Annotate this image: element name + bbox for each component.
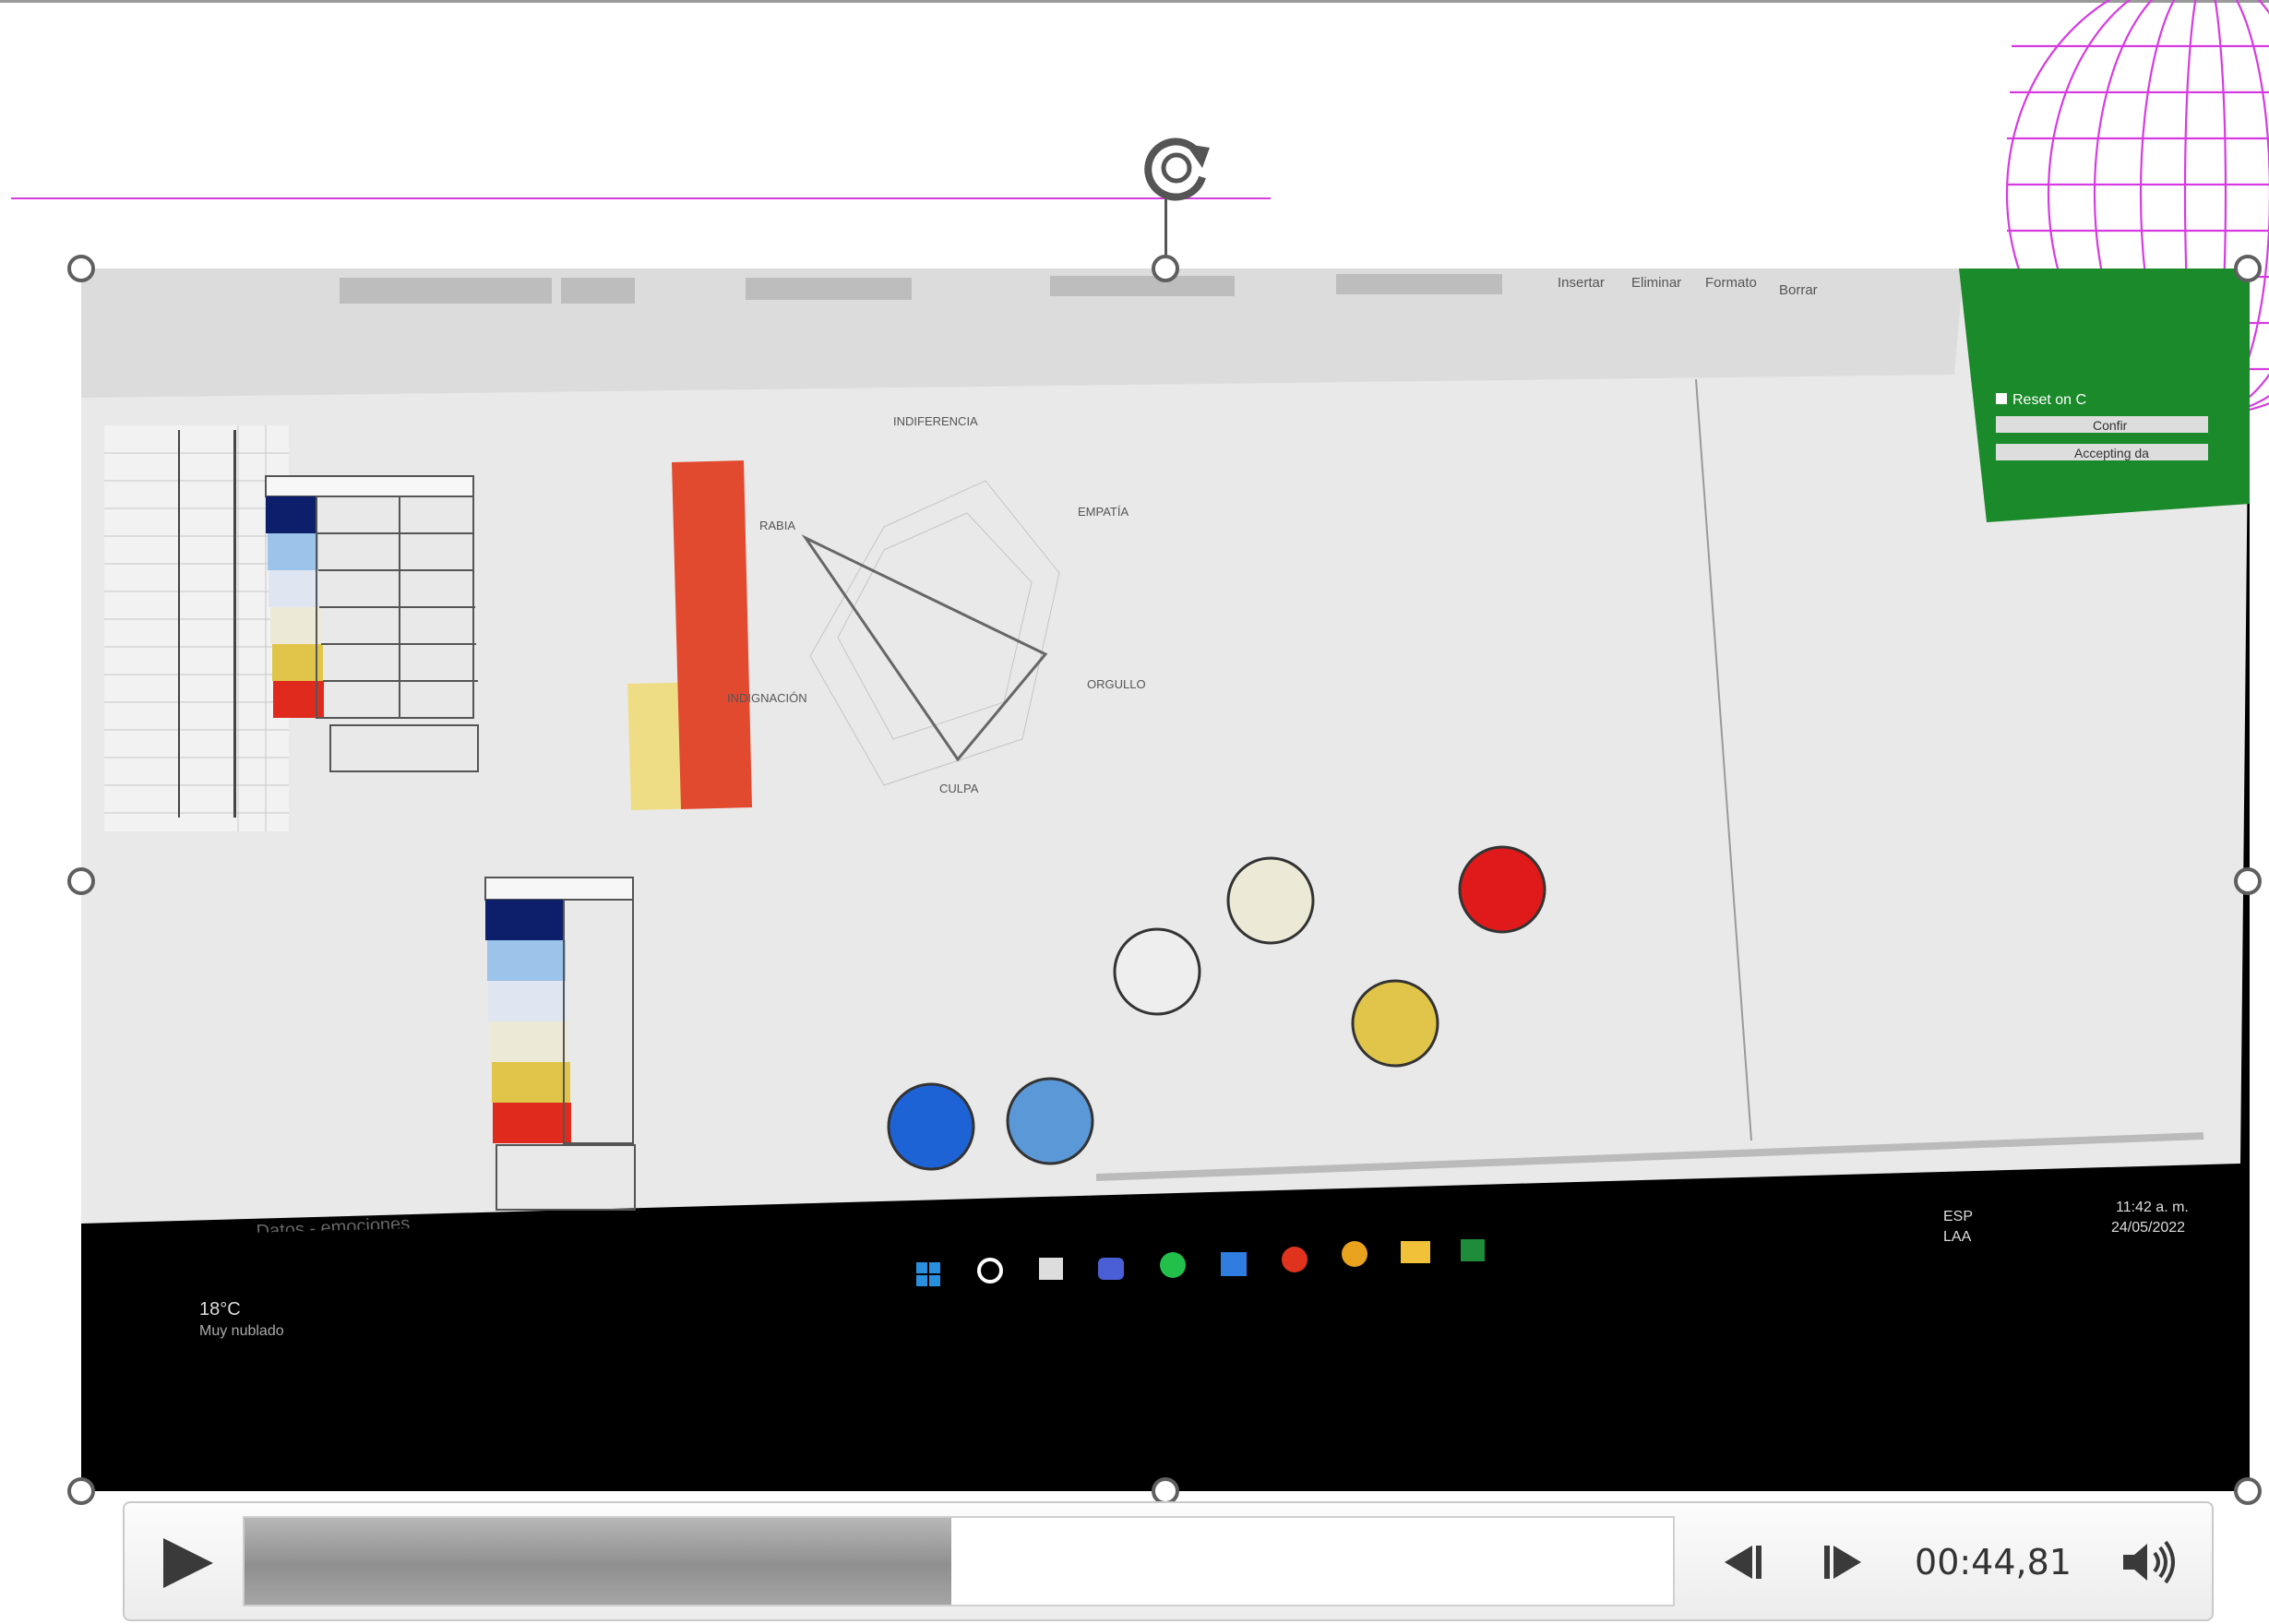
lang-esp: ESP bbox=[1943, 1209, 1973, 1224]
radar-label-rabia: RABIA bbox=[759, 519, 795, 532]
ribbon-insert: Insertar bbox=[1558, 275, 1605, 291]
resize-handle-top-center[interactable] bbox=[1152, 255, 1179, 282]
resize-handle-middle-right[interactable] bbox=[2234, 867, 2262, 895]
top-border bbox=[0, 0, 2269, 3]
seek-bar-progress bbox=[245, 1518, 952, 1605]
resize-handle-bottom-left[interactable] bbox=[67, 1477, 95, 1505]
seek-bar[interactable] bbox=[243, 1516, 1675, 1606]
resize-handle-middle-left[interactable] bbox=[67, 867, 95, 895]
rotate-handle-icon[interactable] bbox=[1130, 120, 1223, 212]
media-controls-bar: 00:44,81 bbox=[123, 1501, 2214, 1621]
ribbon-format: Formato bbox=[1705, 275, 1757, 291]
panel-reset-label: Reset on C bbox=[2012, 392, 2086, 408]
resize-handle-bottom-right[interactable] bbox=[2234, 1477, 2262, 1505]
weather-desc: Muy nublado bbox=[199, 1323, 284, 1339]
clock-time: 11:42 a. m. bbox=[2116, 1200, 2189, 1215]
weather-temp: 18°C bbox=[199, 1299, 241, 1320]
clock-date: 24/05/2022 bbox=[2111, 1220, 2185, 1236]
skip-forward-icon[interactable] bbox=[1817, 1536, 1872, 1588]
radar-label-indiferencia: INDIFERENCIA bbox=[893, 414, 978, 428]
radar-label-culpa: CULPA bbox=[939, 782, 979, 795]
resize-handle-top-right[interactable] bbox=[2234, 255, 2262, 282]
playback-time: 00:44,81 bbox=[1915, 1542, 2072, 1582]
panel-confirm-label: Confir bbox=[2093, 418, 2128, 433]
radar-label-orgullo: ORGULLO bbox=[1087, 677, 1146, 691]
play-icon[interactable] bbox=[154, 1533, 219, 1594]
radar-label-empatia: EMPATÍA bbox=[1078, 505, 1129, 519]
decorative-magenta-line bbox=[11, 197, 1271, 199]
panel-accept-label: Accepting da bbox=[2074, 446, 2149, 460]
skip-back-icon[interactable] bbox=[1714, 1536, 1769, 1588]
video-frame[interactable]: Insertar Eliminar Formato Borrar INDIFER… bbox=[81, 269, 2250, 1491]
resize-handle-top-left[interactable] bbox=[67, 255, 95, 282]
radar-label-indignacion: INDIGNACIÓN bbox=[727, 691, 807, 705]
ribbon-clear: Borrar bbox=[1779, 282, 1818, 298]
lang-laa: LAA bbox=[1943, 1229, 1972, 1245]
volume-icon[interactable] bbox=[2118, 1536, 2182, 1588]
ribbon-delete-cells: Eliminar bbox=[1631, 275, 1681, 291]
